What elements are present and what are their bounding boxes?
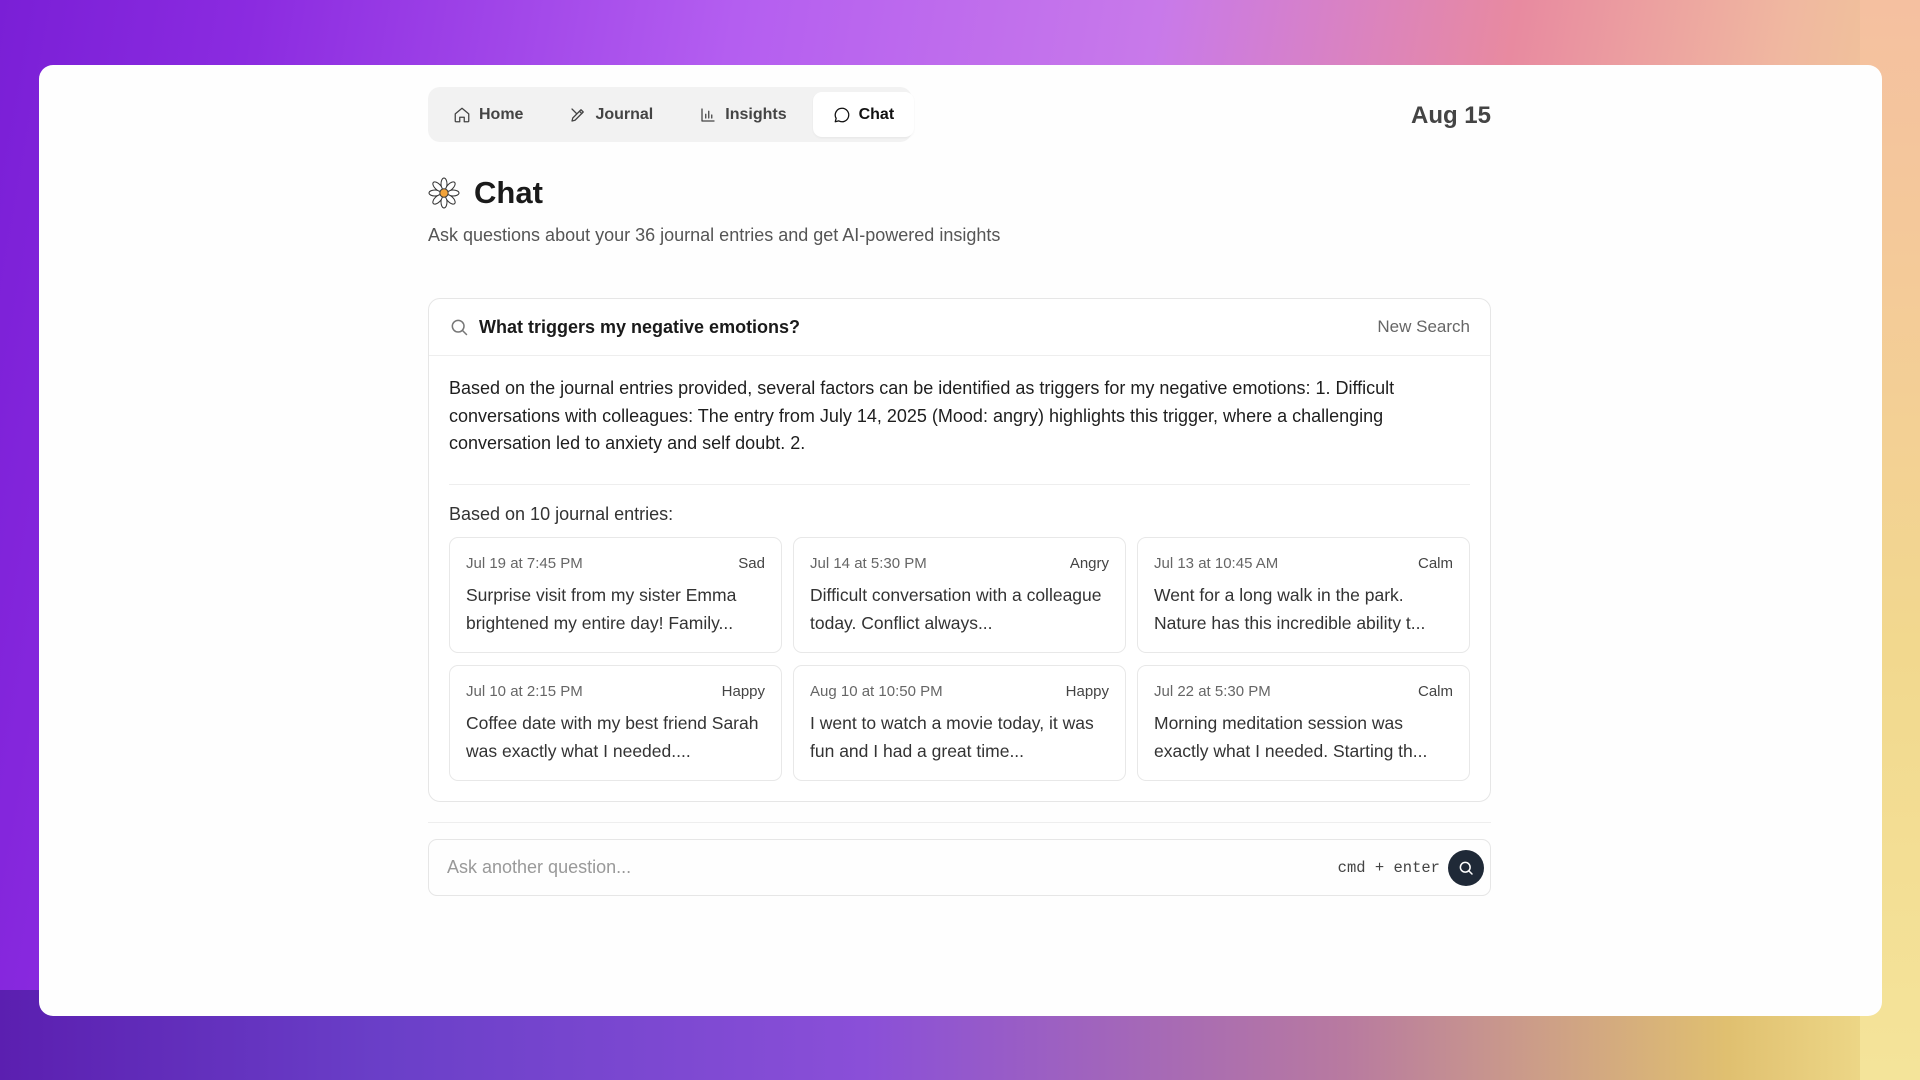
entry-mood: Sad (738, 555, 765, 572)
entry-card[interactable]: Jul 10 at 2:15 PM Happy Coffee date with… (449, 665, 782, 781)
page-title: Chat (474, 175, 543, 210)
app-window: Home Journal Insights Chat Aug 15 Chat A… (39, 65, 1882, 1016)
sources-caption: Based on 10 journal entries: (449, 504, 674, 524)
tab-journal[interactable]: Journal (549, 92, 673, 137)
entry-card[interactable]: Jul 19 at 7:45 PM Sad Surprise visit fro… (449, 537, 782, 653)
entry-card[interactable]: Aug 10 at 10:50 PM Happy I went to watch… (793, 665, 1126, 781)
query-text: What triggers my negative emotions? (479, 316, 801, 337)
entry-header: Aug 10 at 10:50 PM Happy (810, 683, 1109, 700)
keyboard-shortcut-hint: cmd + enter (1337, 858, 1440, 877)
tab-insights[interactable]: Insights (679, 92, 806, 137)
entry-excerpt: Morning meditation session was exactly w… (1154, 713, 1428, 761)
entry-excerpt: I went to watch a movie today, it was fu… (810, 713, 1094, 761)
nav-tabs: Home Journal Insights Chat (428, 87, 915, 142)
entry-excerpt: Surprise visit from my sister Emma brigh… (466, 585, 737, 633)
entry-card[interactable]: Jul 13 at 10:45 AM Calm Went for a long … (1137, 537, 1470, 653)
query-row: What triggers my negative emotions? New … (429, 299, 1490, 356)
entry-date: Jul 14 at 5:30 PM (810, 555, 927, 572)
current-date: Aug 15 (1410, 102, 1491, 129)
divider (449, 484, 1470, 485)
source-entries-grid: Jul 19 at 7:45 PM Sad Surprise visit fro… (449, 537, 1471, 781)
tab-chat-label: Chat (858, 105, 895, 123)
entry-mood: Calm (1417, 555, 1453, 572)
tab-chat[interactable]: Chat (812, 92, 915, 137)
entry-date: Jul 22 at 5:30 PM (1154, 683, 1271, 700)
entry-excerpt: Coffee date with my best friend Sarah wa… (466, 713, 759, 761)
home-icon (454, 107, 470, 122)
entry-header: Jul 14 at 5:30 PM Angry (810, 555, 1109, 572)
entry-date: Jul 10 at 2:15 PM (466, 683, 583, 700)
entry-date: Aug 10 at 10:50 PM (810, 683, 943, 700)
entry-excerpt: Went for a long walk in the park. Nature… (1154, 585, 1426, 633)
entry-mood: Happy (721, 683, 765, 700)
tab-journal-label: Journal (595, 105, 654, 123)
tab-home-label: Home (479, 105, 524, 123)
tab-insights-label: Insights (725, 105, 787, 123)
entry-mood: Happy (1065, 683, 1109, 700)
ask-bar: cmd + enter (428, 839, 1491, 896)
entry-card[interactable]: Jul 22 at 5:30 PM Calm Morning meditatio… (1137, 665, 1470, 781)
search-icon (1459, 861, 1473, 875)
page-subtitle: Ask questions about your 36 journal entr… (428, 225, 1001, 245)
entry-excerpt: Difficult conversation with a colleague … (810, 585, 1102, 633)
page-header: Chat (428, 175, 543, 211)
separator (428, 822, 1491, 823)
bar-chart-icon (701, 107, 715, 122)
entry-header: Jul 19 at 7:45 PM Sad (466, 555, 765, 572)
entry-header: Jul 13 at 10:45 AM Calm (1154, 555, 1453, 572)
new-search-button[interactable]: New Search (1377, 317, 1470, 337)
entry-mood: Angry (1069, 555, 1109, 572)
chat-result-card: What triggers my negative emotions? New … (428, 298, 1491, 802)
entry-date: Jul 19 at 7:45 PM (466, 555, 583, 572)
entry-header: Jul 22 at 5:30 PM Calm (1154, 683, 1453, 700)
chat-bubble-icon (834, 107, 849, 122)
ai-answer: Based on the journal entries provided, s… (449, 378, 1395, 453)
tab-home[interactable]: Home (433, 92, 543, 137)
entry-header: Jul 10 at 2:15 PM Happy (466, 683, 765, 700)
flower-icon (428, 177, 460, 209)
entry-card[interactable]: Jul 14 at 5:30 PM Angry Difficult conver… (793, 537, 1126, 653)
entry-date: Jul 13 at 10:45 AM (1154, 555, 1279, 572)
pen-icon (571, 107, 585, 122)
search-icon (451, 319, 468, 336)
entry-mood: Calm (1417, 683, 1453, 700)
ask-input[interactable] (445, 856, 1338, 879)
submit-button[interactable] (1448, 849, 1484, 886)
